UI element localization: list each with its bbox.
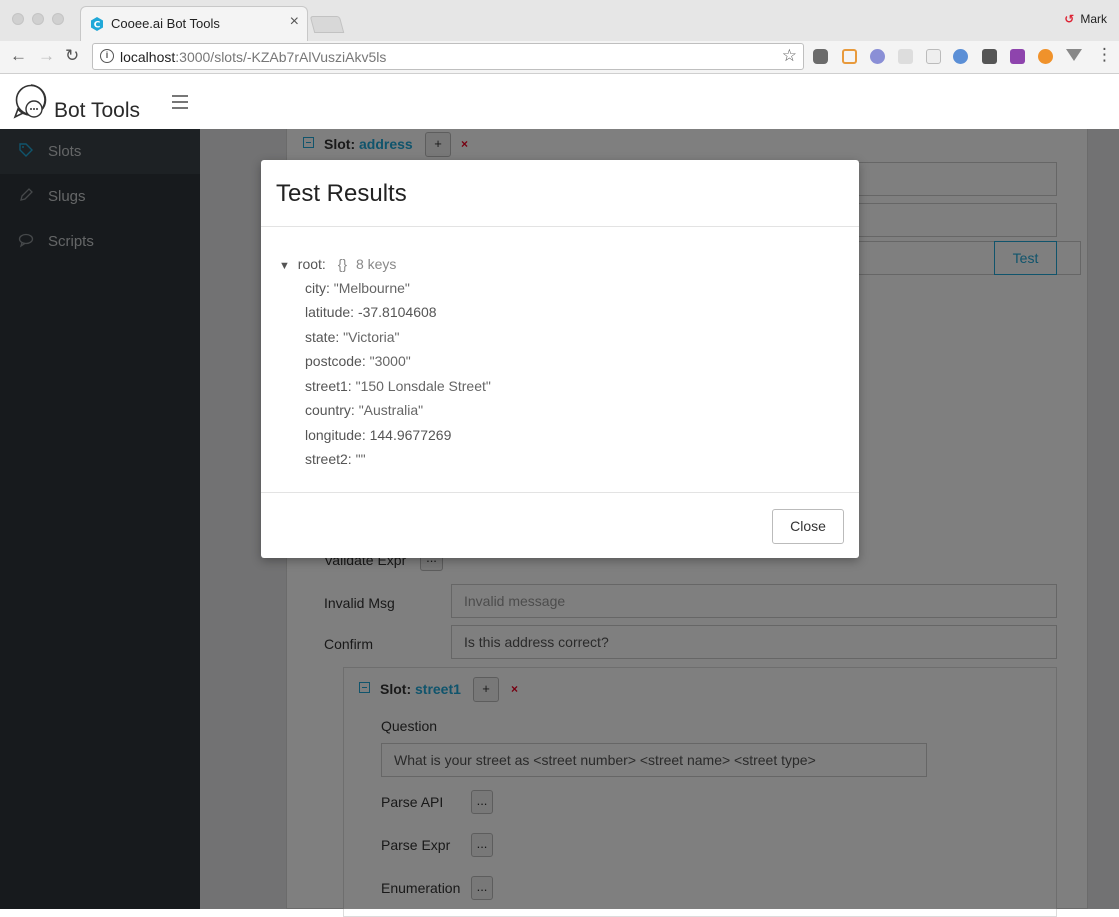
json-type-braces: {} (337, 256, 348, 272)
collapse-triangle-icon[interactable]: ▼ (279, 260, 290, 272)
test-results-modal: Test Results ▼ root: {} 8 keys city: "Me… (261, 160, 859, 558)
tab-title: Cooee.ai Bot Tools (111, 16, 220, 31)
url-text[interactable]: localhost:3000/slots/-KZAb7rAlVusziAkv5l… (120, 49, 386, 65)
window-zoom-button[interactable] (52, 13, 64, 25)
profile-name: Mark (1080, 12, 1107, 26)
note-extension-icon[interactable] (926, 49, 941, 64)
extension-icon[interactable] (870, 49, 885, 64)
json-row: city: "Melbourne" (305, 280, 410, 296)
json-row: country: "Australia" (305, 402, 424, 418)
tab-close-icon[interactable]: × (290, 13, 299, 31)
json-row: longitude: 144.9677269 (305, 427, 452, 443)
browser-tab-active[interactable]: C Cooee.ai Bot Tools × (80, 6, 308, 41)
address-bar[interactable]: i localhost:3000/slots/-KZAb7rAlVusziAkv… (92, 43, 804, 70)
film-extension-icon[interactable] (982, 49, 997, 64)
browser-toolbar: ← → ↻ i localhost:3000/slots/-KZAb7rAlVu… (0, 41, 1119, 74)
vue-extension-icon[interactable] (1066, 49, 1082, 61)
onenote-extension-icon[interactable] (1010, 49, 1025, 64)
json-row: state: "Victoria" (305, 329, 400, 345)
info-icon[interactable]: i (100, 49, 114, 63)
modal-title: Test Results (276, 180, 407, 207)
globe-extension-icon[interactable] (953, 49, 968, 64)
extension-icon[interactable] (842, 49, 857, 64)
cooee-favicon-icon: C (91, 17, 103, 31)
extension-icon[interactable] (898, 49, 913, 64)
window-close-button[interactable] (12, 13, 24, 25)
json-key-count: 8 keys (355, 256, 397, 272)
brand-name: Bot Tools (54, 99, 140, 122)
json-row: latitude: -37.8104608 (305, 304, 437, 320)
json-row: street1: "150 Lonsdale Street" (305, 378, 491, 394)
sync-icon: ↺ (1064, 12, 1075, 26)
browser-titlebar: C Cooee.ai Bot Tools × ↺ Mark (0, 0, 1119, 41)
pocket-extension-icon[interactable] (813, 49, 828, 64)
reload-icon[interactable]: ↻ (65, 46, 79, 66)
json-row: postcode: "3000" (305, 353, 411, 369)
app-header: Bot Tools (0, 75, 1119, 129)
menu-kebab-icon[interactable]: ⋮ (1096, 45, 1113, 65)
new-tab-button[interactable] (309, 16, 345, 33)
json-root-row[interactable]: ▼ root: {} 8 keys (279, 256, 396, 272)
window-minimize-button[interactable] (32, 13, 44, 25)
extension-icon[interactable] (1038, 49, 1053, 64)
hamburger-menu-icon[interactable] (172, 95, 188, 113)
cooee-logo-icon (13, 84, 47, 119)
json-row: street2: "" (305, 451, 366, 467)
close-button[interactable]: Close (772, 509, 844, 544)
modal-header: Test Results (261, 160, 859, 227)
svg-text:C: C (94, 21, 101, 31)
modal-footer: Close (261, 492, 859, 558)
profile-button[interactable]: ↺ Mark (1064, 12, 1107, 26)
bookmark-star-icon[interactable]: ☆ (782, 46, 797, 66)
back-arrow-icon[interactable]: ← (10, 46, 27, 66)
forward-arrow-icon[interactable]: → (38, 46, 55, 66)
